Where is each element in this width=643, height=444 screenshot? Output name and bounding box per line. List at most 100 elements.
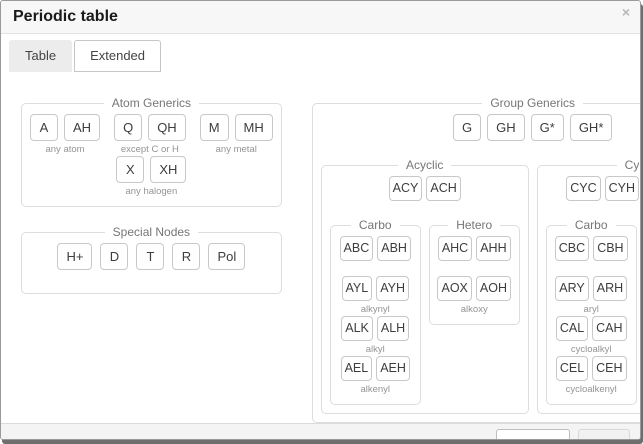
atom-generics-legend: Atom Generics: [104, 96, 199, 110]
button-group: GGHG*GH*: [453, 114, 612, 156]
palette-row: XXH any halogen: [30, 156, 273, 198]
acyclic-carbo-legend: Carbo: [351, 218, 400, 232]
palette-row: ARYARH aryl: [555, 276, 628, 316]
palette-button-gh[interactable]: GH: [487, 114, 525, 141]
palette-button-cyc[interactable]: CYC: [566, 176, 600, 201]
button-row: ALKALH: [341, 316, 409, 341]
palette-button-ach[interactable]: ACH: [426, 176, 460, 201]
button-row: AAH: [30, 114, 100, 141]
palette-row: GGHG*GH*: [321, 114, 641, 156]
ok-button[interactable]: OK: [578, 429, 630, 441]
palette-button-ceh[interactable]: CEH: [592, 356, 626, 381]
palette-button-a[interactable]: A: [30, 114, 58, 141]
palette-button-ahh[interactable]: AHH: [476, 236, 510, 261]
palette-button-ael[interactable]: AEL: [341, 356, 373, 381]
acyclic-top-palette: ACYACH: [330, 176, 520, 216]
page-background: Periodic table × Table Extended Atom Gen…: [0, 0, 643, 444]
palette-button-mh[interactable]: MH: [235, 114, 273, 141]
palette-button-abh[interactable]: ABH: [377, 236, 411, 261]
palette-button-cbc[interactable]: CBC: [555, 236, 589, 261]
palette-row: AHCAHH: [438, 236, 511, 276]
palette-button-qh[interactable]: QH: [148, 114, 186, 141]
palette-button-aox[interactable]: AOX: [437, 276, 471, 301]
palette-button-r[interactable]: R: [172, 243, 200, 270]
group-caption: any metal: [216, 143, 257, 156]
palette-button-aoh[interactable]: AOH: [476, 276, 511, 301]
palette-button-x[interactable]: X: [116, 156, 144, 183]
right-column: Group Generics GGHG*GH* Acyclic ACYACH C…: [312, 96, 641, 423]
group-caption: cycloalkyl: [571, 343, 612, 356]
button-group: XXH any halogen: [116, 156, 186, 198]
palette-row: ABCABH: [339, 236, 412, 276]
palette-button-g[interactable]: G: [453, 114, 481, 141]
periodic-table-dialog: Periodic table × Table Extended Atom Gen…: [0, 0, 641, 440]
atom-generics-fieldset: Atom Generics AAH any atom QQHexcept C or …: [21, 96, 282, 207]
palette-button-alk[interactable]: ALK: [341, 316, 373, 341]
palette-button-q[interactable]: Q: [114, 114, 142, 141]
button-row: CBCCBH: [555, 236, 628, 261]
button-group: AELAEHalkenyl: [341, 356, 410, 396]
palette-row: H+ DTR Pol: [30, 243, 273, 285]
palette-button-h-plus[interactable]: H+: [57, 243, 92, 270]
palette-button-aeh[interactable]: AEH: [376, 356, 410, 381]
palette-button-pol[interactable]: Pol: [208, 243, 245, 270]
palette-button-abc[interactable]: ABC: [340, 236, 374, 261]
button-group: H+ DTR Pol: [57, 243, 245, 285]
palette-button-xh[interactable]: XH: [150, 156, 186, 183]
palette-row: CALCAH cycloalkyl: [555, 316, 628, 356]
button-row: ABCABH: [340, 236, 411, 261]
cyclic-carbo-legend: Carbo: [567, 218, 616, 232]
palette-button-alh[interactable]: ALH: [377, 316, 409, 341]
palette-row: AYLAYH alkynyl: [339, 276, 412, 316]
palette-button-cah[interactable]: CAH: [592, 316, 626, 341]
palette-button-t[interactable]: T: [136, 243, 164, 270]
palette-row: CYCCYHCXXCXHno carbon: [546, 176, 641, 216]
palette-button-cal[interactable]: CAL: [556, 316, 588, 341]
group-caption: alkynyl: [361, 303, 390, 316]
button-row: CYCCYH: [566, 176, 639, 201]
palette-button-ah[interactable]: AH: [64, 114, 100, 141]
cyclic-sub-columns: Carbo CBCCBHARYARHarylCALCAHcycloalkylCE…: [546, 218, 641, 405]
group-caption: aryl: [584, 303, 599, 316]
palette-button-ayl[interactable]: AYL: [342, 276, 373, 301]
button-row: AOXAOH: [437, 276, 511, 301]
button-row: GGHG*GH*: [453, 114, 612, 141]
palette-button-g-star[interactable]: G*: [531, 114, 564, 141]
palette-button-m[interactable]: M: [200, 114, 229, 141]
palette-button-gh-star[interactable]: GH*: [570, 114, 613, 141]
button-group: QQHexcept C or H: [114, 114, 186, 156]
close-icon[interactable]: ×: [622, 5, 630, 19]
palette-button-d[interactable]: D: [100, 243, 128, 270]
palette-button-ayh[interactable]: AYH: [376, 276, 409, 301]
group-caption: alkyl: [366, 343, 385, 356]
tab-extended[interactable]: Extended: [74, 40, 161, 72]
button-group: CBCCBH: [555, 236, 628, 276]
tab-table[interactable]: Table: [9, 40, 72, 72]
cancel-button[interactable]: Cancel: [496, 429, 570, 441]
button-group: CELCEHcycloalkenyl: [556, 356, 627, 396]
palette-button-cyh[interactable]: CYH: [605, 176, 639, 201]
acyclic-carbo-fieldset: Carbo ABCABHAYLAYHalkynylALKALHalkylAELA…: [330, 218, 421, 405]
palette-button-ary[interactable]: ARY: [555, 276, 588, 301]
group-caption: any atom: [45, 143, 84, 156]
palette-row: CELCEHcycloalkenyl: [555, 356, 628, 396]
button-row: QQH: [114, 114, 186, 141]
dialog-footer: Cancel OK: [1, 423, 640, 440]
button-group: MMH any metal: [200, 114, 273, 156]
acyclic-legend: Acyclic: [398, 158, 451, 172]
palette-row: AELAEHalkenyl: [339, 356, 412, 396]
palette-row: AAH any atom QQHexcept C or H MMH any metal: [30, 114, 273, 156]
cyclic-top-palette: CYCCYHCXXCXHno carbon: [546, 176, 641, 216]
palette-button-cel[interactable]: CEL: [556, 356, 588, 381]
palette-button-arh[interactable]: ARH: [593, 276, 627, 301]
acyclic-carbo-palette: ABCABHAYLAYHalkynylALKALHalkylAELAEHalke…: [339, 236, 412, 396]
button-row: MMH: [200, 114, 273, 141]
palette-button-ahc[interactable]: AHC: [438, 236, 472, 261]
palette-button-acy[interactable]: ACY: [389, 176, 423, 201]
palette-button-cbh[interactable]: CBH: [593, 236, 627, 261]
group-caption: any halogen: [125, 185, 177, 198]
cyclic-fieldset: Cyclic CYCCYHCXXCXHno carbon Carbo CBCCB…: [537, 158, 641, 414]
button-group: ACYACH: [389, 176, 461, 216]
group-generics-legend: Group Generics: [482, 96, 583, 110]
special-nodes-legend: Special Nodes: [105, 225, 198, 239]
